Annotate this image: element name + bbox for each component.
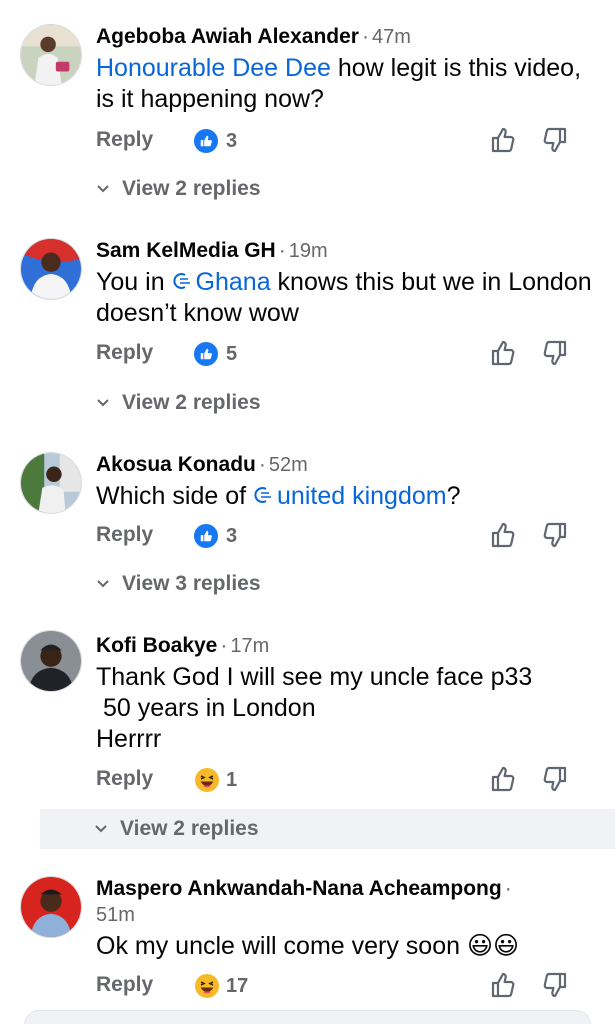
downvote-icon[interactable] xyxy=(541,970,569,1000)
view-replies-button[interactable]: View 2 replies xyxy=(40,809,615,849)
like-reaction-icon xyxy=(194,342,218,366)
downvote-icon[interactable] xyxy=(541,764,569,794)
comment-actions: Reply 5 xyxy=(96,338,595,368)
chevron-down-icon xyxy=(97,185,109,193)
reply-button[interactable]: Reply xyxy=(96,338,153,368)
separator-dot: · xyxy=(504,877,512,900)
hashtag-label: Ghana xyxy=(195,268,271,296)
comment-text: Honourable Dee Dee how legit is this vid… xyxy=(96,53,601,115)
author-name[interactable]: Ageboba Awiah Alexander xyxy=(96,25,359,48)
hashtag-search-icon xyxy=(254,487,272,503)
comment-body: Which side of xyxy=(96,482,254,510)
separator-dot: · xyxy=(278,239,286,262)
comment-actions: Reply 17 xyxy=(96,970,595,1000)
reaction-summary[interactable]: 1 xyxy=(194,767,237,793)
avatar[interactable] xyxy=(20,238,82,300)
hashtag-label: united kingdom xyxy=(277,482,447,510)
comment-body: You in xyxy=(96,268,172,296)
view-replies-label: View 2 replies xyxy=(122,177,261,200)
upvote-icon[interactable] xyxy=(489,125,517,155)
view-replies-button[interactable]: View 3 replies xyxy=(96,569,261,599)
downvote-icon[interactable] xyxy=(541,338,569,368)
chevron-down-icon xyxy=(97,399,109,407)
hashtag-link[interactable]: united kingdom xyxy=(253,482,447,510)
comment-text: You in Ghana knows this but we in London… xyxy=(96,267,601,329)
comment-line-1: Thank God I will see my uncle face p33 xyxy=(96,663,533,691)
reply-button[interactable]: Reply xyxy=(96,125,153,155)
reaction-count: 3 xyxy=(226,524,238,547)
comment-actions: Reply 1 xyxy=(96,764,595,794)
comment-text: Ok my uncle will come very soon 😃😃 xyxy=(96,932,520,960)
upvote-icon[interactable] xyxy=(489,970,517,1000)
chevron-down-icon xyxy=(95,825,107,833)
chevron-down-icon xyxy=(97,580,109,588)
reply-button[interactable]: Reply xyxy=(96,764,153,794)
downvote-icon[interactable] xyxy=(541,520,569,550)
separator-dot: · xyxy=(258,453,266,476)
reply-button[interactable]: Reply xyxy=(96,520,153,550)
reaction-count: 1 xyxy=(226,768,238,791)
hashtag-search-icon xyxy=(172,273,190,289)
reaction-summary[interactable]: 17 xyxy=(194,973,248,999)
avatar[interactable] xyxy=(20,452,82,514)
reaction-summary[interactable]: 3 xyxy=(194,523,237,549)
like-reaction-icon xyxy=(194,524,218,548)
avatar[interactable] xyxy=(20,24,82,86)
comment-line-3: Herrrr xyxy=(96,725,162,753)
avatar[interactable] xyxy=(20,876,82,938)
haha-reaction-icon xyxy=(195,768,219,792)
upvote-icon[interactable] xyxy=(489,764,517,794)
view-replies-label: View 2 replies xyxy=(120,817,259,840)
comment-body-end: ? xyxy=(446,482,461,510)
reaction-count: 5 xyxy=(226,342,238,365)
timestamp[interactable]: 51m xyxy=(96,904,135,926)
reaction-count: 3 xyxy=(226,129,238,152)
timestamp[interactable]: 52m xyxy=(269,454,308,476)
author-name[interactable]: Akosua Konadu xyxy=(96,453,256,476)
avatar[interactable] xyxy=(20,630,82,692)
like-reaction-icon xyxy=(194,129,218,153)
reaction-count: 17 xyxy=(226,974,249,997)
haha-reaction-icon xyxy=(195,974,219,998)
author-name[interactable]: Kofi Boakye xyxy=(96,634,217,657)
author-name[interactable]: Sam KelMedia GH xyxy=(96,239,276,262)
comment-header: Kofi Boakye · 17m xyxy=(96,633,601,659)
view-replies-label: View 3 replies xyxy=(122,572,261,595)
comment-header: Sam KelMedia GH · 19m xyxy=(96,238,601,264)
hashtag-link[interactable]: Ghana xyxy=(172,268,271,296)
reply-button[interactable]: Reply xyxy=(96,970,153,1000)
mention-link[interactable]: Honourable Dee Dee xyxy=(96,54,331,82)
comment-text: Which side of united kingdom? xyxy=(96,481,601,512)
comment-header: Akosua Konadu · 52m xyxy=(96,452,601,478)
upvote-icon[interactable] xyxy=(489,338,517,368)
reaction-summary[interactable]: 5 xyxy=(194,341,237,367)
reaction-summary[interactable]: 3 xyxy=(194,128,237,154)
comment-line-2: 50 years in London xyxy=(96,694,316,722)
timestamp[interactable]: 17m xyxy=(230,635,269,657)
separator-dot: · xyxy=(361,25,369,48)
downvote-icon[interactable] xyxy=(541,125,569,155)
comment-text: Thank God I will see my uncle face p33 5… xyxy=(96,662,601,755)
view-replies-button[interactable]: View 2 replies xyxy=(96,174,261,204)
comment-header: Maspero Ankwandah-Nana Acheampong · 51m xyxy=(96,876,601,928)
separator-dot: · xyxy=(220,634,228,657)
timestamp[interactable]: 47m xyxy=(372,26,411,48)
author-name[interactable]: Maspero Ankwandah-Nana Acheampong xyxy=(96,877,502,900)
comment-actions: Reply 3 xyxy=(96,520,595,550)
timestamp[interactable]: 19m xyxy=(289,240,328,262)
view-replies-button[interactable]: View 2 replies xyxy=(96,388,261,418)
comment-composer[interactable] xyxy=(24,1010,591,1024)
upvote-icon[interactable] xyxy=(489,520,517,550)
view-replies-label: View 2 replies xyxy=(122,391,261,414)
comment-actions: Reply 3 xyxy=(96,125,595,155)
comment-header: Ageboba Awiah Alexander · 47m xyxy=(96,24,601,50)
